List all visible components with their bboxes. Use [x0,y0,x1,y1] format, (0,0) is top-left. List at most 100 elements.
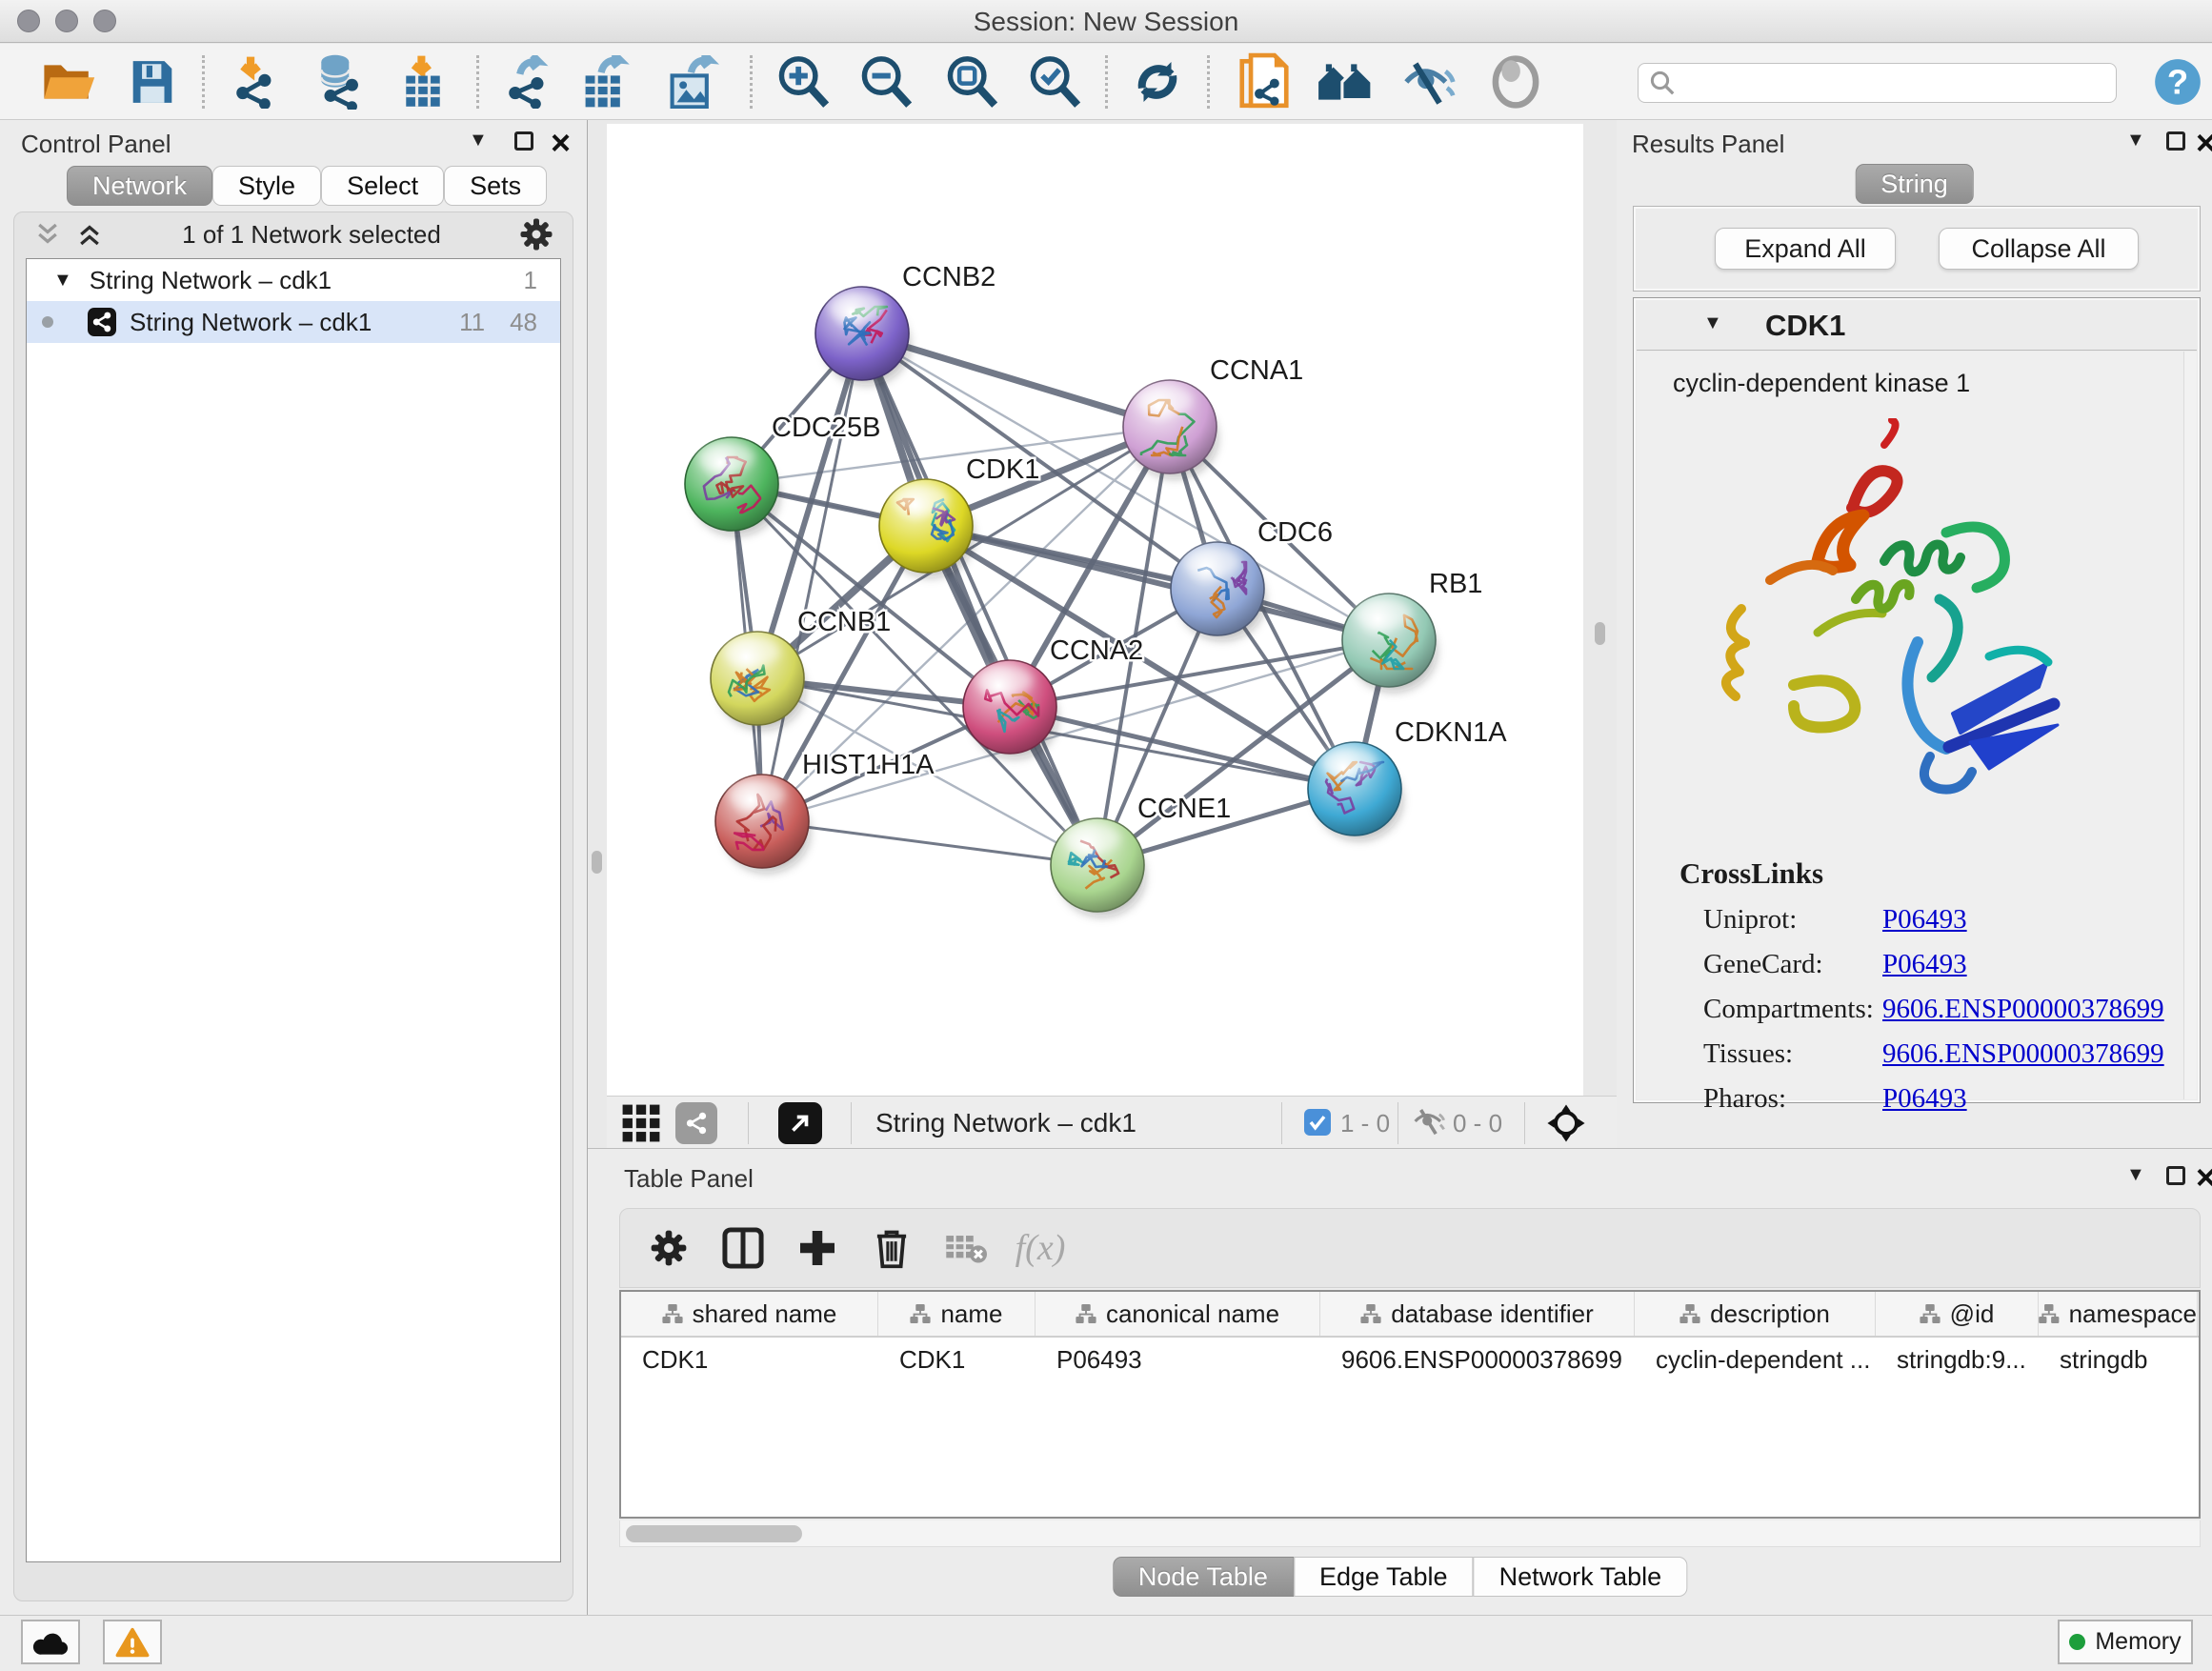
crosslink-link[interactable]: 9606.ENSP00000378699 [1882,994,2164,1025]
close-panel-icon[interactable]: × [2196,1168,2212,1187]
zoom-out-button[interactable] [850,51,922,112]
collapse-triangle-icon[interactable]: ▼ [1703,312,1722,334]
gene-section-header[interactable]: ▼ CDK1 [1637,301,2197,351]
memory-button[interactable]: Memory [2058,1620,2193,1664]
network-row-selected[interactable]: String Network – cdk1 11 48 [27,301,560,343]
panel-menu-icon[interactable]: ▼ [2126,1164,2145,1186]
tab-edge-table[interactable]: Edge Table [1294,1557,1474,1597]
results-scrollbar[interactable] [2183,352,2197,1099]
create-column-button[interactable] [780,1218,855,1278]
table-hscrollbar[interactable] [619,1520,2201,1547]
column-header-namespace[interactable]: namespace [2039,1292,2198,1336]
search-input[interactable] [1638,63,2117,103]
zoom-fit-button[interactable] [935,51,1008,112]
column-label: canonical name [1106,1299,1279,1329]
panel-menu-icon[interactable]: ▼ [469,130,488,151]
results-panel-title: Results Panel [1632,130,1784,159]
export-image-button[interactable] [656,51,729,112]
crosslink-link[interactable]: P06493 [1882,904,1967,936]
tab-sets[interactable]: Sets [444,166,547,206]
scrollbar-thumb[interactable] [626,1525,802,1542]
float-panel-icon[interactable] [2166,131,2185,151]
hidden-eye-icon[interactable] [1412,1106,1446,1137]
protein-structure-image [1703,418,2084,818]
open-in-window-button[interactable] [778,1102,822,1144]
crosshair-icon[interactable] [1545,1102,1587,1144]
node-table[interactable]: shared namename canonical name database id… [619,1290,2201,1519]
tab-style[interactable]: Style [212,166,321,206]
tab-network-table[interactable]: Network Table [1474,1557,1688,1597]
new-network-from-selection-button[interactable] [1228,51,1300,112]
float-panel-icon[interactable] [2166,1166,2185,1185]
table-cell[interactable]: 9606.ENSP00000378699 [1320,1338,1635,1381]
close-panel-icon[interactable]: × [2196,133,2212,152]
float-panel-icon[interactable] [514,131,533,151]
column-header-name[interactable]: name [878,1292,1036,1336]
delete-column-button[interactable] [855,1218,929,1278]
network-edge[interactable] [862,333,1097,865]
share-view-button[interactable] [675,1102,717,1144]
table-cell[interactable]: CDK1 [621,1338,878,1381]
first-neighbors-button[interactable] [1309,51,1381,112]
network-collection-row[interactable]: ▼ String Network – cdk1 1 [27,259,560,301]
tab-string[interactable]: String [1855,164,1974,204]
save-session-button[interactable] [116,51,189,112]
crosslink-link[interactable]: 9606.ENSP00000378699 [1882,1038,2164,1070]
crosslink-link[interactable]: P06493 [1882,949,1967,980]
node-count: 11 [459,308,485,337]
network-view[interactable]: CCNB2CCNA1CDC25BCDK1CDC6RB1CCNB1CCNA2CDK… [607,124,1583,1096]
hide-selected-button[interactable] [1393,51,1465,112]
toolbar-divider [1207,55,1210,109]
zoom-selected-button[interactable] [1018,51,1091,112]
table-cell[interactable]: stringdb [2039,1338,2198,1381]
tab-network[interactable]: Network [67,166,212,206]
delete-table-button[interactable] [929,1218,1003,1278]
zoom-out-icon [858,54,914,110]
export-table-button[interactable] [570,51,642,112]
function-builder-button[interactable]: f(x) [1003,1218,1077,1278]
collapse-all-icon[interactable] [33,220,62,249]
column-label: namespace [2069,1299,2197,1329]
cloud-button[interactable] [21,1620,80,1664]
right-splitter-handle[interactable] [1595,622,1605,645]
table-row[interactable]: CDK1CDK1P064939606.ENSP00000378699cyclin… [621,1338,2199,1381]
import-table-button[interactable] [387,51,459,112]
tab-node-table[interactable]: Node Table [1113,1557,1294,1597]
network-graph[interactable]: CCNB2CCNA1CDC25BCDK1CDC6RB1CCNB1CCNA2CDK… [607,124,1583,1096]
column-header-database-identifier[interactable]: database identifier [1320,1292,1635,1336]
table-cell[interactable]: P06493 [1036,1338,1320,1381]
import-network-button[interactable] [219,51,292,112]
open-session-button[interactable] [32,51,105,112]
table-cell[interactable]: cyclin-dependent ... [1635,1338,1876,1381]
warnings-button[interactable] [103,1620,162,1664]
expand-all-icon[interactable] [75,220,104,249]
panel-menu-icon[interactable]: ▼ [2126,130,2145,151]
expand-all-button[interactable]: Expand All [1715,228,1896,270]
network-edge[interactable] [762,821,1097,865]
gear-icon[interactable] [519,217,553,252]
graphics-details-button[interactable] [1479,51,1552,112]
column-header-canonical-name[interactable]: canonical name [1036,1292,1320,1336]
selected-checkbox-icon[interactable] [1304,1109,1331,1136]
table-cell[interactable]: stringdb:9... [1876,1338,2039,1381]
collapse-all-button[interactable]: Collapse All [1939,228,2139,270]
export-table-icon [579,55,633,109]
column-header-description[interactable]: description [1635,1292,1876,1336]
collapse-triangle-icon[interactable]: ▼ [53,270,72,292]
network-edge[interactable] [1010,707,1355,789]
show-columns-button[interactable] [706,1218,780,1278]
tab-select[interactable]: Select [321,166,444,206]
grid-view-button[interactable] [620,1102,662,1144]
close-panel-icon[interactable]: × [551,133,571,152]
import-network-from-database-button[interactable] [302,51,374,112]
column-header-shared-name[interactable]: shared name [621,1292,878,1336]
help-button[interactable]: ? [2142,51,2212,112]
table-settings-button[interactable] [632,1218,706,1278]
apply-layout-button[interactable] [1121,51,1194,112]
crosslink-link[interactable]: P06493 [1882,1083,1967,1115]
left-splitter-handle[interactable] [592,851,602,874]
export-network-button[interactable] [492,51,564,112]
table-cell[interactable]: CDK1 [878,1338,1036,1381]
column-header--id[interactable]: @id [1876,1292,2039,1336]
zoom-in-button[interactable] [767,51,839,112]
